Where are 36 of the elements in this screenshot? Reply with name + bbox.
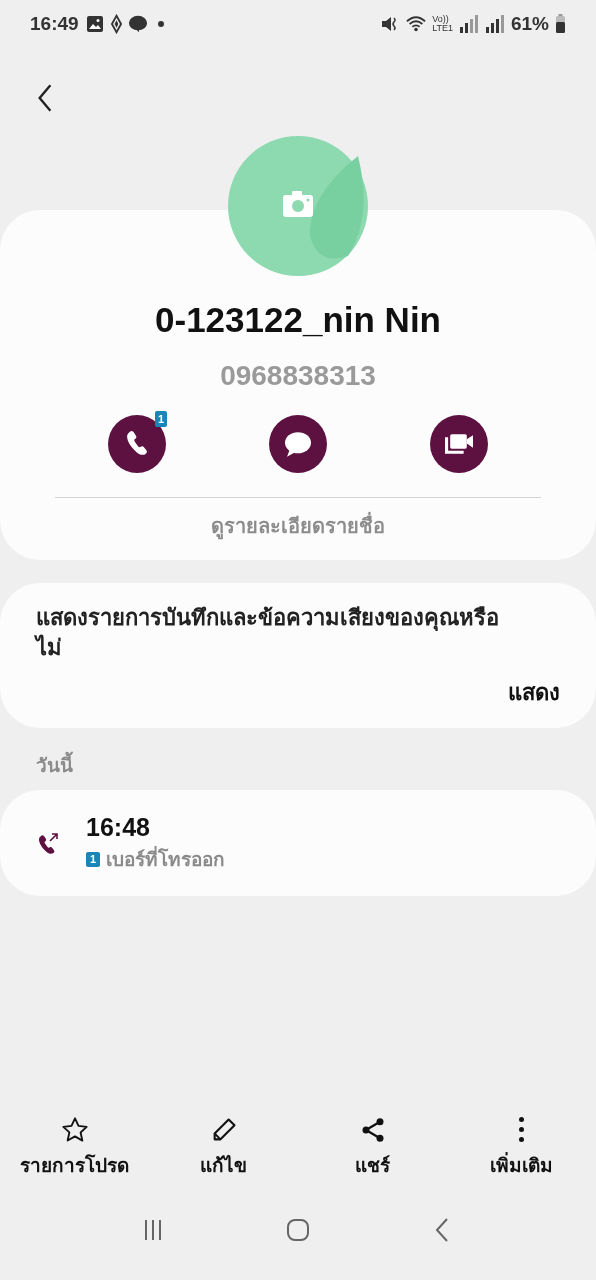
call-log-item[interactable]: 16:48 1 เบอร์ที่โทรออก (36, 812, 560, 874)
contact-name: 0-123122_nin Nin (155, 299, 441, 341)
clock-time: 16:49 (30, 13, 79, 35)
more-options-icon (519, 1117, 524, 1142)
sim-badge: 1 (86, 851, 101, 867)
toolbar-button[interactable]: เพิ่มเติม (451, 1116, 592, 1180)
star-icon (60, 1116, 89, 1144)
home-icon[interactable] (286, 1218, 310, 1242)
signal-icon (484, 14, 505, 34)
chat-bubble-icon (127, 14, 148, 34)
battery-icon (555, 14, 566, 34)
dot-icon (157, 21, 164, 27)
call-type: เบอร์ที่โทรออก (106, 844, 226, 874)
diamond-icon (110, 14, 122, 34)
battery-percent: 61% (510, 13, 549, 35)
message-button[interactable] (269, 415, 327, 473)
wifi-icon (406, 14, 427, 34)
call-time: 16:48 (86, 812, 151, 842)
network-label: LTE1 (432, 24, 453, 33)
outgoing-call-icon (36, 830, 60, 856)
video-camera-icon (445, 434, 473, 454)
show-button[interactable]: แสดง (508, 675, 560, 710)
video-call-button[interactable] (430, 415, 488, 473)
volte-label: Vo)) (432, 15, 449, 24)
prompt-text: แสดงรายการบันทึกและข้อความเสียงของคุณหรือไม่ (36, 604, 500, 662)
signal-icon (458, 14, 479, 34)
phone-icon (127, 430, 147, 458)
sim-badge: 1 (154, 411, 167, 427)
gallery-icon (84, 14, 105, 34)
speech-bubble-icon (285, 431, 311, 457)
section-heading: วันนี้ (0, 728, 596, 790)
toolbar-button[interactable]: แก้ไข (153, 1116, 294, 1180)
back-icon[interactable] (36, 83, 54, 113)
toolbar-button[interactable]: รายการโปรด (4, 1116, 145, 1180)
toolbar-button[interactable]: แชร์ (302, 1116, 443, 1180)
phone-number: 0968838313 (220, 359, 376, 393)
